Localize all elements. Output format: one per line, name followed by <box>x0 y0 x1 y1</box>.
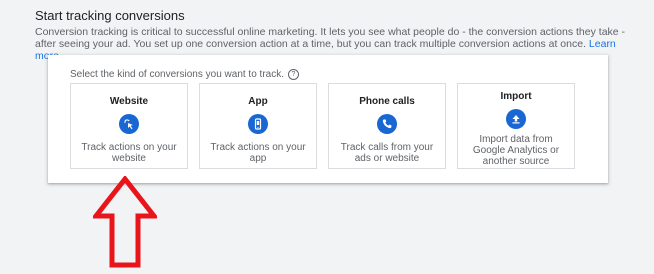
option-app-desc: Track actions on your app <box>210 142 306 164</box>
option-website-desc: Track actions on your website <box>81 142 177 164</box>
option-import[interactable]: Import Import data from Google Analytics… <box>457 83 575 169</box>
phone-call-icon <box>377 114 397 134</box>
page-title: Start tracking conversions <box>35 8 185 23</box>
web-click-icon <box>119 114 139 134</box>
prompt-text: Select the kind of conversions you want … <box>70 69 284 80</box>
option-import-title: Import <box>500 91 532 102</box>
option-website-title: Website <box>109 96 149 107</box>
option-phone-calls-desc: Track calls from your ads or website <box>340 142 434 164</box>
option-website[interactable]: Website Track actions on your website <box>70 83 188 169</box>
option-import-desc: Import data from Google Analytics or ano… <box>472 134 560 167</box>
annotation-up-arrow-icon <box>93 176 157 268</box>
option-phone-calls[interactable]: Phone calls Track calls from your ads or… <box>328 83 446 169</box>
description-text: Conversion tracking is critical to succe… <box>35 26 626 50</box>
conversion-type-card: Select the kind of conversions you want … <box>48 55 608 183</box>
option-app[interactable]: App Track actions on your app <box>199 83 317 169</box>
option-app-title: App <box>248 96 268 107</box>
option-phone-calls-title: Phone calls <box>359 96 415 107</box>
conversion-type-prompt: Select the kind of conversions you want … <box>70 69 299 80</box>
help-icon[interactable]: ? <box>288 69 299 80</box>
phone-app-icon <box>248 114 268 134</box>
upload-icon <box>506 109 526 129</box>
